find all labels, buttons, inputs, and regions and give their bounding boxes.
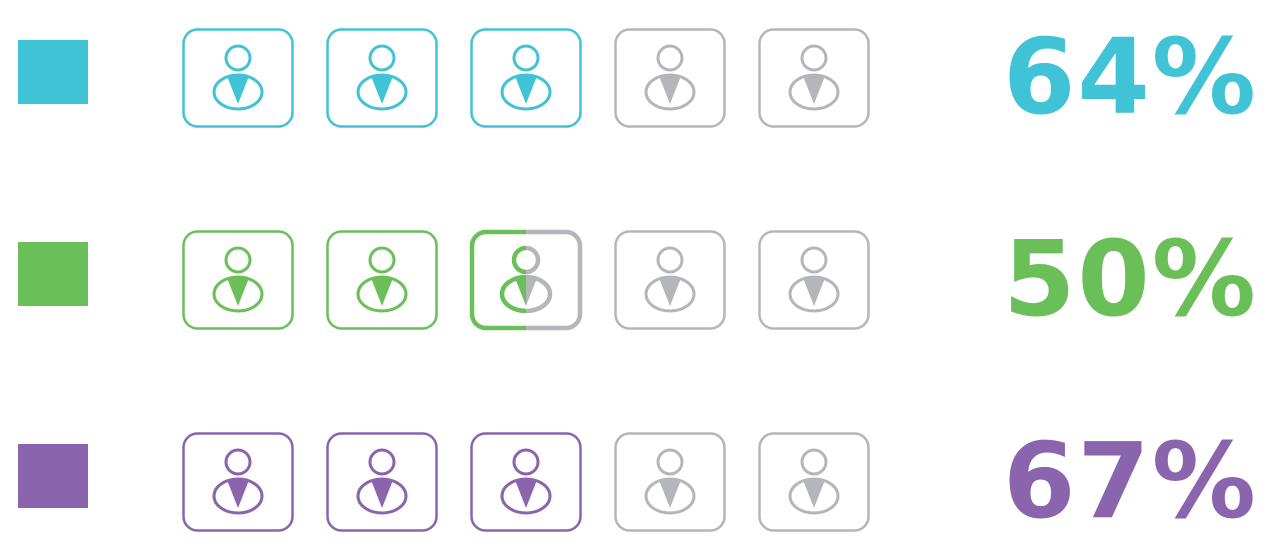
person-tie <box>803 480 825 508</box>
icon-strip-svg <box>182 432 870 532</box>
legend-swatch <box>18 40 88 104</box>
person-tie <box>803 278 825 306</box>
icon-strip-svg <box>182 229 870 331</box>
person-tie <box>659 76 681 104</box>
pictograph-chart: 64% 50% 67% <box>0 0 1284 560</box>
person-tie <box>227 480 249 508</box>
legend-swatch <box>18 242 88 306</box>
person-icon <box>614 28 726 128</box>
person-tie <box>803 76 825 104</box>
person-head <box>368 448 396 476</box>
icon-strip <box>182 26 878 130</box>
icon-strip-svg <box>182 28 870 128</box>
person-icon <box>326 28 438 128</box>
person-head <box>512 44 540 72</box>
person-icon <box>470 432 582 532</box>
icon-strip <box>182 430 878 534</box>
chart-row: 67% <box>0 426 1284 536</box>
person-head <box>224 448 252 476</box>
person-tie <box>371 76 393 104</box>
chart-row: 64% <box>0 22 1284 132</box>
person-head <box>512 448 540 476</box>
person-tie <box>659 278 681 306</box>
person-head <box>656 448 684 476</box>
icon-strip <box>182 228 878 332</box>
person-icon <box>326 230 438 330</box>
person-head <box>368 246 396 274</box>
person-tie <box>371 278 393 306</box>
person-icon <box>182 230 294 330</box>
person-tie <box>371 480 393 508</box>
person-head <box>224 246 252 274</box>
person-icon <box>182 432 294 532</box>
person-tie <box>227 76 249 104</box>
percentage-label: 50% <box>1003 218 1258 340</box>
person-head <box>224 44 252 72</box>
person-head <box>800 246 828 274</box>
person-icon <box>182 28 294 128</box>
person-tie <box>227 278 249 306</box>
empty-part <box>526 229 583 331</box>
person-tie <box>515 480 537 508</box>
person-head <box>656 246 684 274</box>
person-icon <box>326 432 438 532</box>
person-head <box>656 44 684 72</box>
person-head <box>800 448 828 476</box>
person-icon <box>758 432 870 532</box>
percentage-label: 67% <box>1003 420 1258 542</box>
person-head <box>800 44 828 72</box>
person-icon <box>469 229 583 331</box>
person-icon <box>758 28 870 128</box>
person-head <box>368 44 396 72</box>
percentage-label: 64% <box>1003 16 1258 138</box>
legend-swatch <box>18 444 88 508</box>
person-icon <box>758 230 870 330</box>
person-tie <box>515 76 537 104</box>
person-icon <box>614 230 726 330</box>
person-icon <box>470 28 582 128</box>
person-tie <box>659 480 681 508</box>
chart-row: 50% <box>0 224 1284 334</box>
person-icon <box>614 432 726 532</box>
